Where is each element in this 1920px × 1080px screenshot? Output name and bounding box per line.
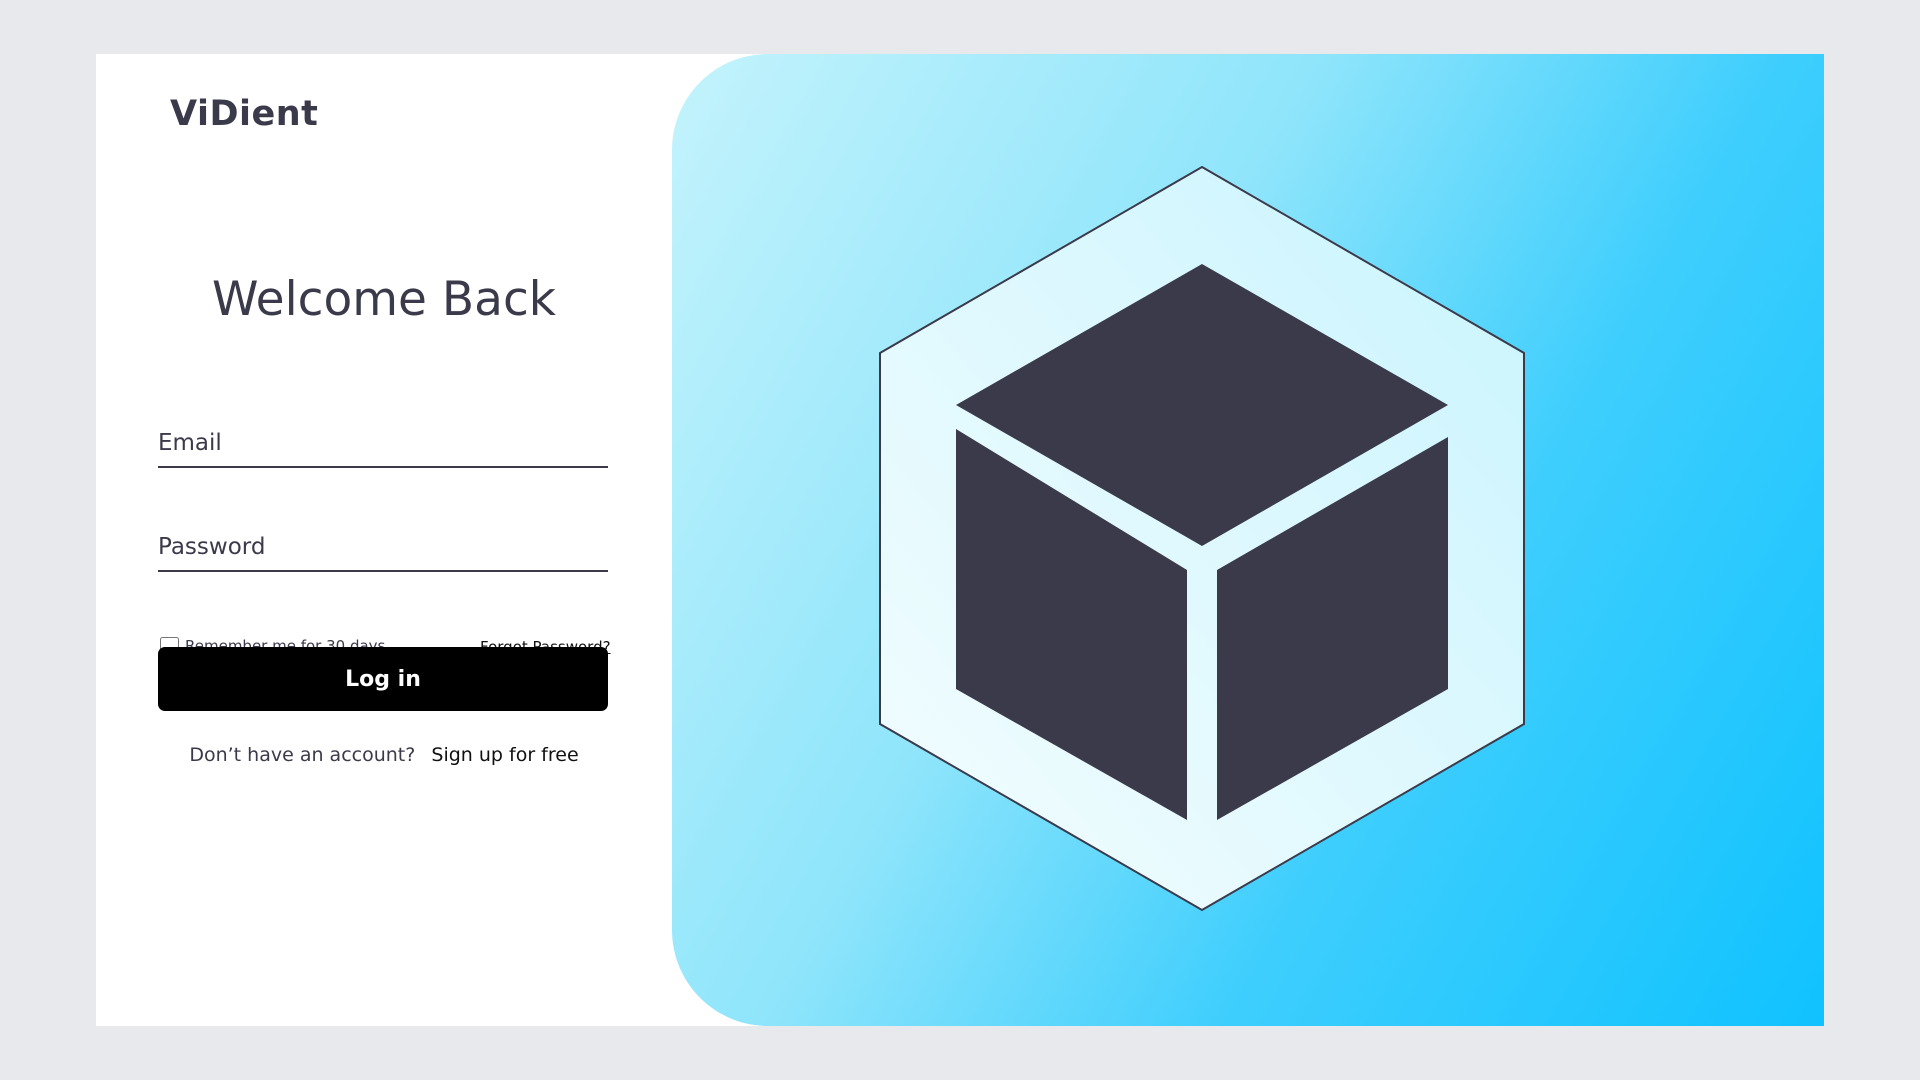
brand-logo: ViDient [170, 94, 319, 134]
page-title: Welcome Back [211, 272, 557, 327]
email-field[interactable] [158, 420, 608, 468]
hero-panel [672, 54, 1824, 1026]
signup-row: Don’t have an account? Sign up for free [96, 744, 672, 766]
login-button[interactable]: Log in [158, 647, 608, 711]
login-panel: ViDient Welcome Back Remember me for 30 … [96, 54, 672, 1026]
signup-prompt: Don’t have an account? [189, 744, 416, 766]
login-card: ViDient Welcome Back Remember me for 30 … [96, 54, 1824, 1026]
password-field[interactable] [158, 524, 608, 572]
cube-in-hexagon-icon [879, 165, 1525, 912]
signup-link[interactable]: Sign up for free [431, 744, 578, 766]
